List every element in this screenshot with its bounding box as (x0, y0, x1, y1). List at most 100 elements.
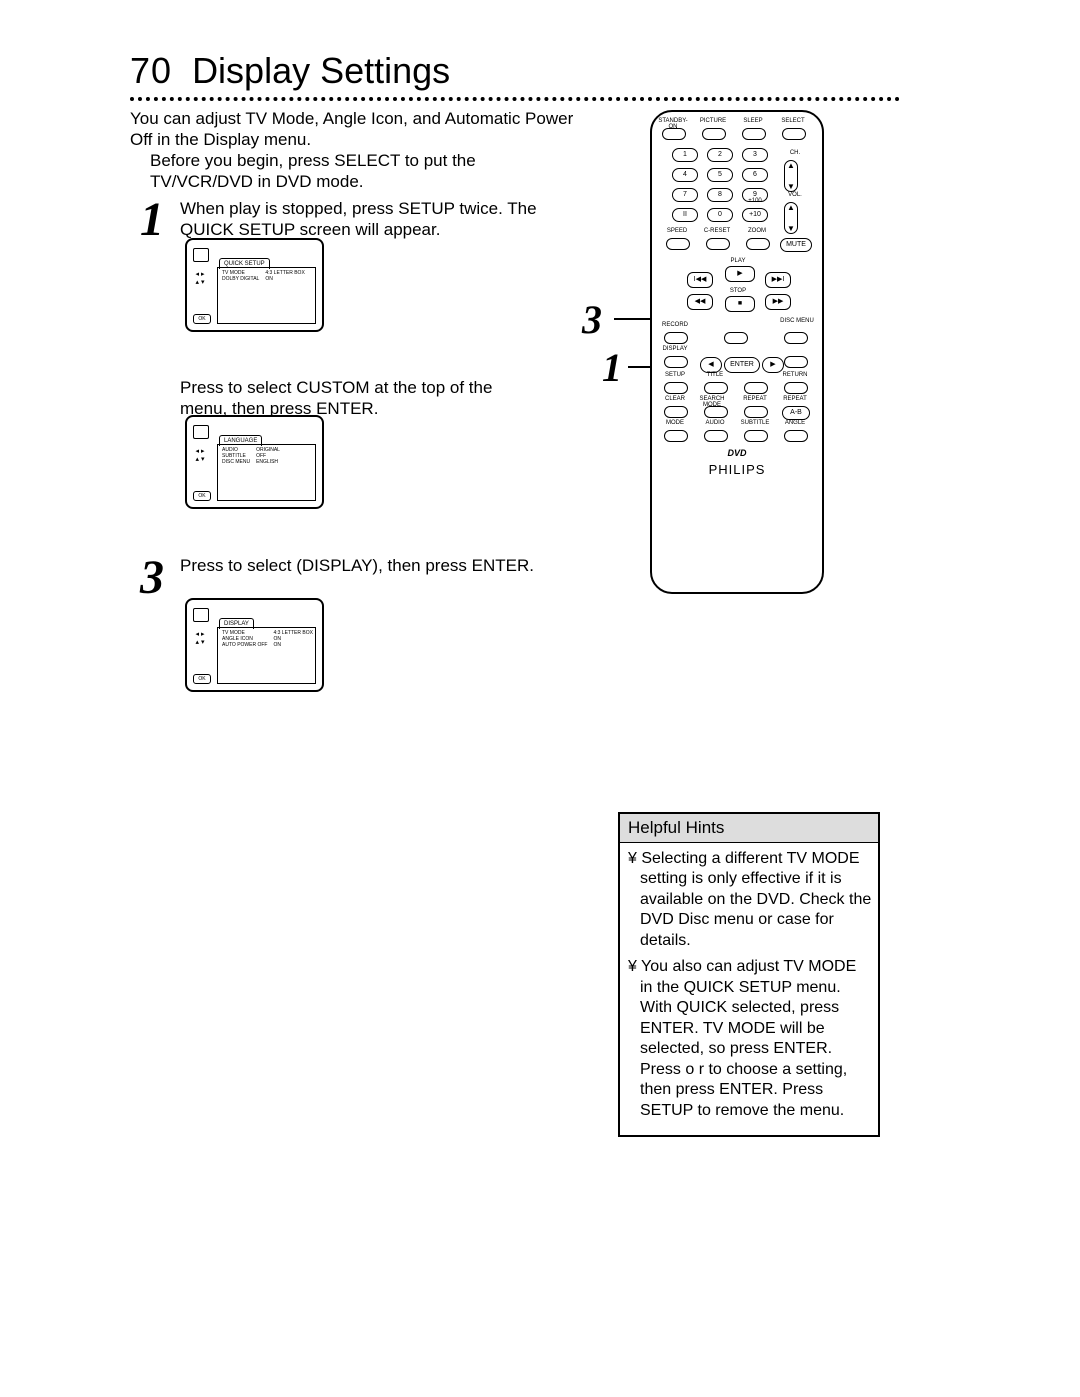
left-button[interactable]: ◀ (700, 357, 722, 373)
step-1-text: When play is stopped, press SETUP twice.… (180, 198, 560, 241)
num-6[interactable]: 6 (742, 168, 768, 182)
label-play: PLAY (723, 258, 753, 264)
label-zoom: ZOOM (742, 228, 772, 234)
helpful-hints-title: Helpful Hints (620, 812, 878, 843)
hint-item: ¥ Selecting a different TV MODE setting … (628, 849, 872, 951)
play-button[interactable]: ▶ (725, 266, 755, 282)
rewind-button[interactable]: ◀◀ (687, 294, 713, 310)
manual-page: 70 Display Settings You can adjust TV Mo… (0, 0, 1080, 1397)
return-button[interactable] (784, 382, 808, 394)
callout-3: 3 (582, 296, 602, 343)
down-button[interactable] (744, 382, 768, 394)
right-button[interactable]: ▶ (762, 357, 784, 373)
osd-panel: TV MODE4:3 LETTER BOX ANGLE ICONON AUTO … (217, 627, 316, 684)
discmenu-button[interactable] (784, 332, 808, 344)
ok-icon: OK (193, 674, 211, 684)
num-1[interactable]: 1 (672, 148, 698, 162)
nav-arrows-icon (191, 447, 211, 477)
label-record: RECORD (660, 322, 690, 328)
osd-panel: AUDIOORIGINAL SUBTITLEOFF DISC MENUENGLI… (217, 444, 316, 501)
num-5[interactable]: 5 (707, 168, 733, 182)
ok-icon: OK (193, 491, 211, 501)
callout-1: 1 (602, 344, 622, 391)
title-button[interactable] (704, 382, 728, 394)
num-8[interactable]: 8 (707, 188, 733, 202)
label-title: TITLE (700, 372, 730, 378)
osd-display: OK DISPLAY TV MODE4:3 LETTER BOX ANGLE I… (185, 598, 324, 692)
step-number-3: 3 (140, 550, 164, 605)
ab-button[interactable]: A-B (782, 406, 810, 420)
divider-dots (130, 92, 900, 101)
label-audio: AUDIO (700, 420, 730, 426)
ff-button[interactable]: ▶▶ (765, 294, 791, 310)
num-4[interactable]: 4 (672, 168, 698, 182)
picture-button[interactable] (702, 128, 726, 140)
label-sleep: SLEEP (738, 118, 768, 124)
label-plus100: +100 (740, 198, 770, 204)
speed-button[interactable] (666, 238, 690, 250)
dvd-logo: DVD (652, 448, 822, 458)
prev-button[interactable]: I◀◀ (687, 272, 713, 288)
nav-arrows-icon (191, 630, 211, 660)
zoom-button[interactable] (746, 238, 770, 250)
remote-body: STANDBY-ON PICTURE SLEEP SELECT 1 2 3 4 … (650, 110, 824, 594)
stop-button[interactable]: ■ (725, 296, 755, 312)
osd-quick-setup: OK QUICK SETUP TV MODE4:3 LETTER BOX DOL… (185, 238, 324, 332)
nav-arrows-icon (191, 270, 211, 300)
label-display: DISPLAY (660, 346, 690, 352)
label-angle: ANGLE (780, 420, 810, 426)
label-select: SELECT (778, 118, 808, 124)
transport-cluster: I◀◀ ▶ PLAY ▶▶I ◀◀ ■ STOP ▶▶ (687, 272, 787, 330)
angle-button[interactable] (784, 430, 808, 442)
intro-text: You can adjust TV Mode, Angle Icon, and … (130, 108, 590, 151)
subtitle-button[interactable] (744, 430, 768, 442)
standby-button[interactable] (662, 128, 686, 140)
next-button[interactable]: ▶▶I (765, 272, 791, 288)
ch-rocker[interactable]: ▲▼ (784, 160, 798, 192)
before-text: Before you begin, press SELECT to put th… (150, 150, 570, 193)
search-button[interactable] (704, 406, 728, 418)
num-7[interactable]: 7 (672, 188, 698, 202)
return-extra-button[interactable] (784, 356, 808, 368)
label-creset: C-RESET (702, 228, 732, 234)
remote-control-figure: STANDBY-ON PICTURE SLEEP SELECT 1 2 3 4 … (620, 110, 820, 630)
select-button[interactable] (782, 128, 806, 140)
tv-icon (193, 248, 209, 262)
helpful-hints-box: Helpful Hints ¥ Selecting a different TV… (618, 812, 880, 1137)
mute-button[interactable]: MUTE (780, 238, 812, 252)
label-ch: CH. (780, 150, 810, 156)
page-heading: Display Settings (192, 50, 450, 91)
repeat-button[interactable] (744, 406, 768, 418)
num-0[interactable]: 0 (707, 208, 733, 222)
page-number: 70 (130, 50, 172, 91)
setup-button[interactable] (664, 382, 688, 394)
step-number-1: 1 (140, 192, 164, 247)
num-pause[interactable]: II (672, 208, 698, 222)
step-2-text: Press to select CUSTOM at the top of the… (180, 377, 540, 420)
clear-button[interactable] (664, 406, 688, 418)
mode-button[interactable] (664, 430, 688, 442)
num-3[interactable]: 3 (742, 148, 768, 162)
num-plus10[interactable]: +10 (742, 208, 768, 222)
label-repeat2: REPEAT (780, 396, 810, 402)
creset-button[interactable] (706, 238, 730, 250)
audio-button[interactable] (704, 430, 728, 442)
tv-icon (193, 608, 209, 622)
label-vol: VOL. (780, 192, 810, 198)
helpful-hints-body: ¥ Selecting a different TV MODE setting … (620, 843, 878, 1135)
num-2[interactable]: 2 (707, 148, 733, 162)
enter-button[interactable]: ENTER (724, 357, 760, 373)
record-button[interactable] (664, 332, 688, 344)
label-repeat: REPEAT (740, 396, 770, 402)
ok-icon: OK (193, 314, 211, 324)
up-button[interactable] (724, 332, 748, 344)
sleep-button[interactable] (742, 128, 766, 140)
label-setup: SETUP (660, 372, 690, 378)
vol-rocker[interactable]: ▲▼ (784, 202, 798, 234)
page-title: 70 Display Settings (130, 50, 450, 92)
label-clear: CLEAR (660, 396, 690, 402)
tv-icon (193, 425, 209, 439)
hint-item: ¥ You also can adjust TV MODE in the QUI… (628, 957, 872, 1121)
brand-label: PHILIPS (652, 462, 822, 477)
label-mode: MODE (660, 420, 690, 426)
